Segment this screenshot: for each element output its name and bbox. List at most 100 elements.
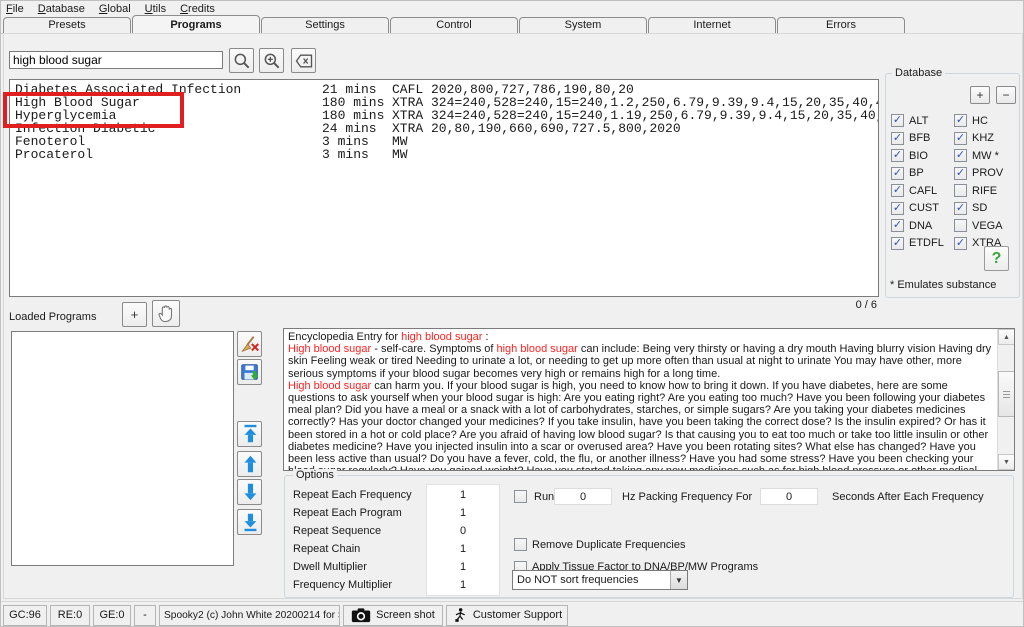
db-etdfl[interactable]: ✓ETDFL <box>891 235 944 253</box>
db-dna[interactable]: ✓DNA <box>891 217 944 235</box>
db-bfb-checkbox[interactable]: ✓ <box>891 132 904 145</box>
status-re: RE:0 <box>50 605 90 626</box>
db-rife[interactable]: RIFE <box>954 182 1003 200</box>
db-xtra-checkbox[interactable]: ✓ <box>954 237 967 250</box>
db-vega-checkbox[interactable] <box>954 219 967 232</box>
search-button[interactable] <box>229 48 254 73</box>
menu-database[interactable]: Database <box>38 3 85 15</box>
packing-seconds-input[interactable]: 0 <box>760 488 818 505</box>
prog-dur: 3 mins <box>322 148 392 161</box>
db-alt[interactable]: ✓ALT <box>891 112 944 130</box>
prog-dur: 21 mins <box>322 83 392 96</box>
screenshot-label: Screen shot <box>376 609 435 621</box>
flag-remove[interactable]: Remove Duplicate Frequencies <box>514 536 758 554</box>
db-hc[interactable]: ✓HC <box>954 112 1003 130</box>
loaded-programs-list[interactable] <box>11 331 234 566</box>
scroll-up-icon[interactable]: ▲ <box>998 329 1015 345</box>
db-sd[interactable]: ✓ SD <box>954 200 1003 218</box>
chevron-down-icon[interactable]: ▼ <box>670 571 687 589</box>
sort-frequencies-dropdown[interactable]: Do NOT sort frequencies ▼ <box>512 570 688 590</box>
db-hc-checkbox[interactable]: ✓ <box>954 114 967 127</box>
run-checkbox[interactable] <box>514 490 527 503</box>
screenshot-button[interactable]: Screen shot <box>343 605 443 626</box>
option-value[interactable]: 1 <box>426 489 500 501</box>
db-sd-label: SD <box>972 202 987 214</box>
move-bottom-button[interactable] <box>237 509 262 535</box>
program-row[interactable]: Infection Diabetic24 minsXTRA 20,80,190,… <box>10 122 878 135</box>
db-mw[interactable]: ✓MW * <box>954 147 1003 165</box>
db-prov[interactable]: ✓PROV <box>954 165 1003 183</box>
menu-global[interactable]: Global <box>99 3 131 15</box>
clear-loaded-button[interactable] <box>237 331 262 357</box>
move-down-button[interactable] <box>237 479 262 505</box>
packing-frequency-input[interactable]: 0 <box>554 488 612 505</box>
prog-freq: CAFL 2020,800,727,786,190,80,20 <box>392 83 878 96</box>
program-row[interactable]: Diabetes Associated Infection21 minsCAFL… <box>10 83 878 96</box>
db-prov-checkbox[interactable]: ✓ <box>954 167 967 180</box>
scrollbar-thumb[interactable] <box>998 371 1015 417</box>
move-top-button[interactable] <box>237 421 262 447</box>
option-value[interactable]: 1 <box>426 579 500 591</box>
option-row: Frequency Multiplier1 <box>293 576 503 594</box>
option-label: Repeat Chain <box>293 543 426 555</box>
db-khz[interactable]: ✓ KHZ <box>954 130 1003 148</box>
db-khz-checkbox[interactable]: ✓ <box>954 132 967 145</box>
menu-file[interactable]: File <box>6 3 24 15</box>
db-mw-checkbox[interactable]: ✓ <box>954 149 967 162</box>
db-rife-checkbox[interactable] <box>954 184 967 197</box>
tab-presets[interactable]: Presets <box>3 17 131 33</box>
db-cafl-checkbox[interactable]: ✓ <box>891 184 904 197</box>
program-row[interactable]: Hyperglycemia180 minsXTRA 324=240,528=24… <box>10 109 878 122</box>
save-loaded-button[interactable] <box>237 359 262 385</box>
option-value[interactable]: 1 <box>426 507 500 519</box>
tab-settings[interactable]: Settings <box>261 17 389 33</box>
db-sd-checkbox[interactable]: ✓ <box>954 202 967 215</box>
arrow-top-icon <box>239 423 261 445</box>
program-results-list[interactable]: Diabetes Associated Infection21 minsCAFL… <box>9 79 879 297</box>
tab-system[interactable]: System <box>519 17 647 33</box>
tab-control[interactable]: Control <box>390 17 518 33</box>
db-dna-checkbox[interactable]: ✓ <box>891 219 904 232</box>
tab-errors[interactable]: Errors <box>777 17 905 33</box>
option-row: Repeat Each Frequency1 <box>293 486 503 504</box>
db-etdfl-checkbox[interactable]: ✓ <box>891 237 904 250</box>
program-row[interactable]: Procaterol3 minsMW <box>10 148 878 161</box>
prog-name: Hyperglycemia <box>10 109 322 122</box>
database-remove-button[interactable]: − <box>996 86 1016 104</box>
db-bp[interactable]: ✓BP <box>891 165 944 183</box>
db-vega[interactable]: VEGA <box>954 217 1003 235</box>
tab-strip: PresetsProgramsSettingsControlSystemInte… <box>3 15 906 33</box>
program-row[interactable]: High Blood Sugar180 minsXTRA 324=240,528… <box>10 96 878 109</box>
tab-internet[interactable]: Internet <box>648 17 776 33</box>
database-help-button[interactable]: ? <box>984 246 1009 271</box>
db-bio-checkbox[interactable]: ✓ <box>891 149 904 162</box>
db-khz-label: KHZ <box>972 132 994 144</box>
db-cust[interactable]: ✓CUST <box>891 200 944 218</box>
db-bio[interactable]: ✓BIO <box>891 147 944 165</box>
clear-search-button[interactable] <box>291 48 316 73</box>
stop-hand-button[interactable] <box>152 300 180 327</box>
search-input[interactable] <box>9 51 223 69</box>
move-up-button[interactable] <box>237 451 262 477</box>
db-bfb[interactable]: ✓BFB <box>891 130 944 148</box>
customer-support-button[interactable]: Customer Support <box>446 605 568 626</box>
menu-utils[interactable]: Utils <box>145 3 166 15</box>
database-checkbox-column-right: ✓HC✓KHZ✓MW *✓PROVRIFE✓SDVEGA✓XTRA <box>954 112 1003 252</box>
database-add-button[interactable]: + <box>970 86 990 104</box>
advanced-search-button[interactable] <box>259 48 284 73</box>
db-alt-checkbox[interactable]: ✓ <box>891 114 904 127</box>
flag-remove-checkbox[interactable] <box>514 538 527 551</box>
option-value[interactable]: 1 <box>426 543 500 555</box>
option-value[interactable]: 1 <box>426 561 500 573</box>
program-row[interactable]: Fenoterol3 minsMW <box>10 135 878 148</box>
encyclopedia-scrollbar[interactable]: ▲ ▼ <box>997 329 1014 470</box>
db-cust-checkbox[interactable]: ✓ <box>891 202 904 215</box>
tab-programs[interactable]: Programs <box>132 15 260 33</box>
menu-credits[interactable]: Credits <box>180 3 215 15</box>
add-program-button[interactable]: + <box>122 302 147 327</box>
scroll-down-icon[interactable]: ▼ <box>998 454 1015 470</box>
db-bp-checkbox[interactable]: ✓ <box>891 167 904 180</box>
arrow-up-icon <box>239 453 261 475</box>
db-cafl[interactable]: ✓CAFL <box>891 182 944 200</box>
option-value[interactable]: 0 <box>426 525 500 537</box>
